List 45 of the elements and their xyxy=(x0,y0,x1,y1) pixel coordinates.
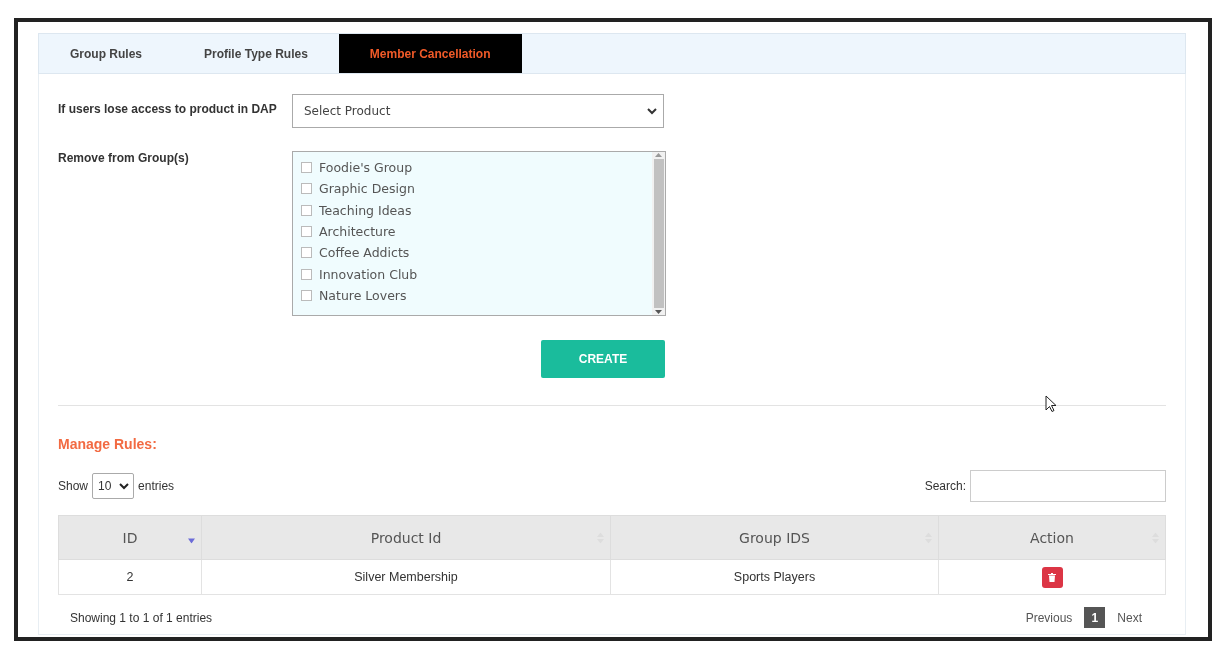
checkbox-label[interactable]: Foodie's Group xyxy=(319,160,413,176)
checkbox-label[interactable]: Architecture xyxy=(319,224,396,240)
column-header[interactable]: Group IDS xyxy=(610,515,939,560)
show-label: Show xyxy=(58,479,89,493)
field-label: If users lose access to product in DAP xyxy=(58,101,278,118)
cursor-icon xyxy=(1045,395,1057,413)
search-label: Search: xyxy=(924,479,966,493)
next-link[interactable]: Next xyxy=(1105,610,1154,625)
page-size-select[interactable]: 10 xyxy=(92,473,135,499)
search-field[interactable] xyxy=(970,470,1166,502)
select-value: Select Product xyxy=(304,104,391,118)
table-cell: 2 xyxy=(58,559,202,595)
checkbox-label[interactable]: Innovation Club xyxy=(319,266,418,282)
checkbox[interactable] xyxy=(301,183,312,195)
checkbox-label[interactable]: Coffee Addicts xyxy=(319,245,410,261)
checkbox[interactable] xyxy=(301,162,312,174)
table-cell: Sports Players xyxy=(610,559,939,595)
tab[interactable]: Group Rules xyxy=(39,34,173,73)
trash-icon xyxy=(1048,572,1056,582)
checkbox[interactable] xyxy=(301,247,312,259)
column-header[interactable]: Action xyxy=(938,515,1166,560)
previous-link[interactable]: Previous xyxy=(1013,610,1085,625)
checkbox-label[interactable]: Teaching Ideas xyxy=(319,202,412,218)
column-header[interactable]: Product Id xyxy=(201,515,611,560)
entries-label: entries xyxy=(138,479,175,493)
section-title: Manage Rules: xyxy=(58,436,157,452)
checkbox-label[interactable]: Nature Lovers xyxy=(319,287,407,303)
product-select[interactable]: Select Product xyxy=(292,94,664,128)
tab[interactable]: Member Cancellation xyxy=(338,34,522,73)
delete-button[interactable] xyxy=(1041,566,1063,588)
checkbox[interactable] xyxy=(301,204,312,216)
group-list[interactable]: Foodie's Group Graphic Design Teaching Ideas Architecture Coffee Addicts Innovation Club Nature Lovers xyxy=(292,151,666,316)
tab[interactable]: Profile Type Rules xyxy=(173,34,339,73)
column-header[interactable]: ID xyxy=(58,515,202,560)
table-info: Showing 1 to 1 of 1 entries xyxy=(70,610,213,625)
checkbox-label[interactable]: Graphic Design xyxy=(319,181,415,197)
caret-icon xyxy=(119,482,130,490)
checkbox[interactable] xyxy=(301,268,312,280)
checkbox[interactable] xyxy=(301,226,312,238)
page-button[interactable]: 1 xyxy=(1084,607,1106,628)
checkbox[interactable] xyxy=(301,289,312,301)
field-label: Remove from Group(s) xyxy=(58,151,190,167)
table-cell: Silver Membership xyxy=(201,559,611,595)
caret-icon xyxy=(647,107,657,115)
scrollbar-thumb[interactable] xyxy=(653,159,664,308)
